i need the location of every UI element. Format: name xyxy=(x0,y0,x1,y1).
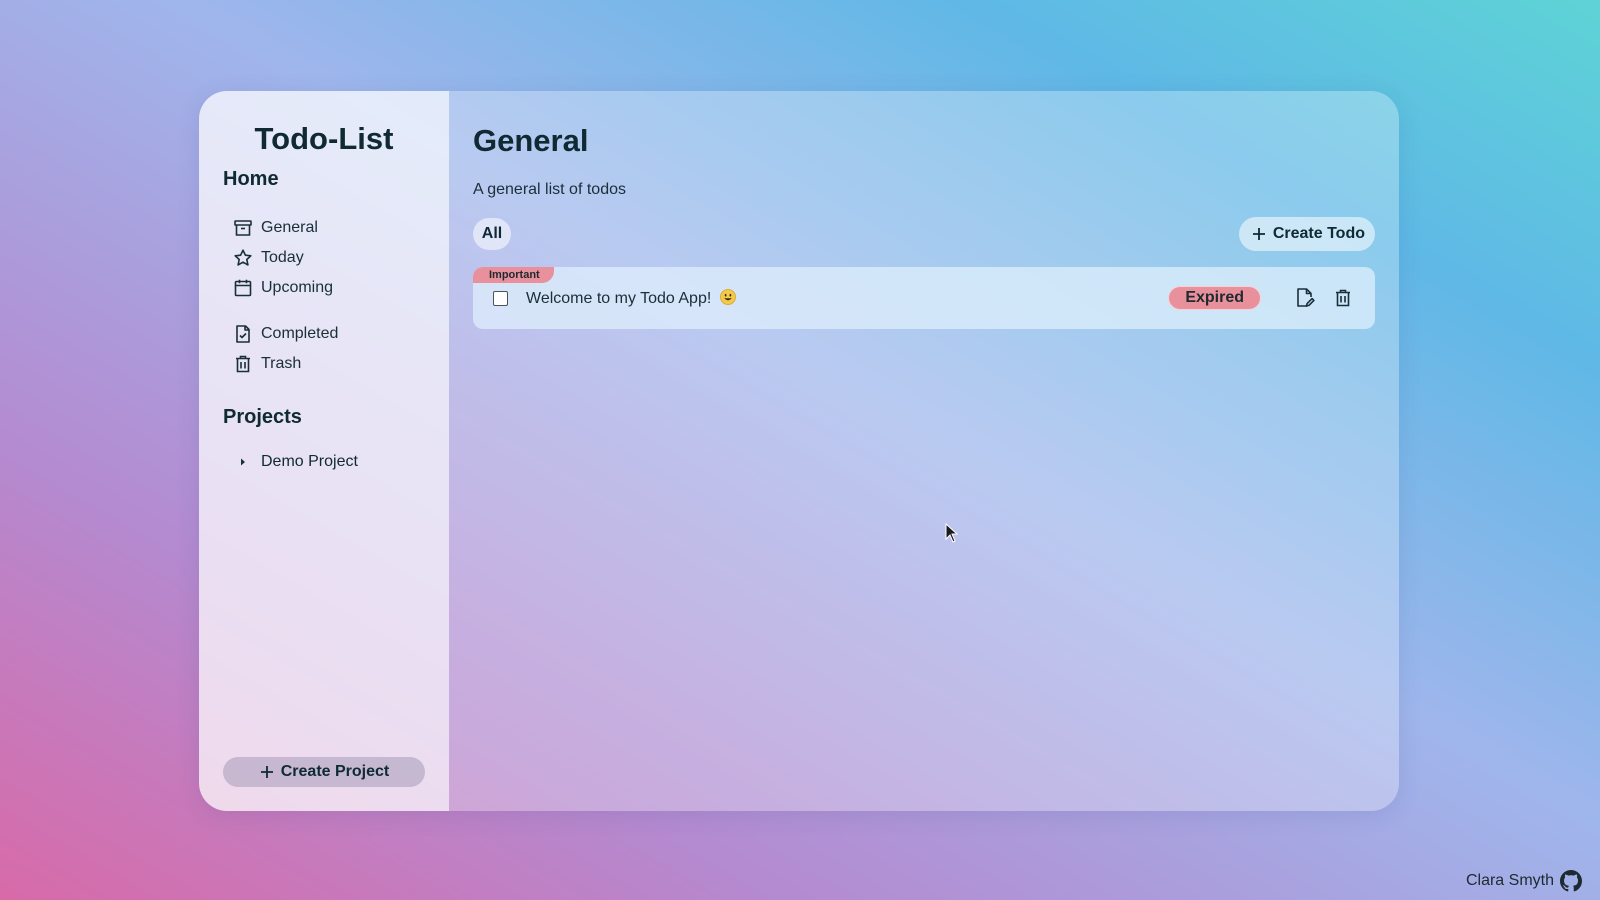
delete-trash-icon[interactable] xyxy=(1331,286,1355,310)
footer: Clara Smyth xyxy=(1466,870,1582,892)
sidebar-item-label: Upcoming xyxy=(261,279,334,296)
plus-icon xyxy=(259,764,275,780)
sidebar-item-label: Completed xyxy=(261,325,339,342)
todo-text: Welcome to my Todo App! xyxy=(526,288,1168,308)
todo-item: Important Welcome to my Todo App! Expire… xyxy=(473,267,1375,329)
sidebar-item-upcoming[interactable]: Upcoming xyxy=(233,273,425,303)
sidebar: Todo-List Home General Today Upcoming Co… xyxy=(199,91,449,811)
app-title: Todo-List xyxy=(254,121,394,156)
project-label: Demo Project xyxy=(261,453,358,470)
caret-right-icon[interactable] xyxy=(233,452,253,472)
create-todo-button[interactable]: Create Todo xyxy=(1238,217,1375,251)
trash-icon xyxy=(233,354,253,374)
priority-tag: Important xyxy=(473,267,554,283)
sidebar-item-today[interactable]: Today xyxy=(233,243,425,273)
file-check-icon xyxy=(233,324,253,344)
author-name: Clara Smyth xyxy=(1465,872,1554,889)
edit-icon[interactable] xyxy=(1293,286,1317,310)
sidebar-item-trash[interactable]: Trash xyxy=(233,349,425,379)
plus-icon xyxy=(1251,226,1267,242)
sidebar-item-label: General xyxy=(261,219,318,236)
sidebar-item-demo-project[interactable]: Demo Project xyxy=(223,447,425,477)
projects-heading: Projects xyxy=(223,406,302,428)
home-nav: General Today Upcoming Completed Trash xyxy=(223,213,425,379)
sidebar-item-label: Trash xyxy=(261,355,302,372)
page-description: A general list of todos xyxy=(473,181,626,198)
create-todo-label: Create Todo xyxy=(1272,225,1365,242)
create-project-label: Create Project xyxy=(280,763,390,780)
archive-icon xyxy=(233,218,253,238)
mouse-pointer-icon xyxy=(945,522,959,548)
calendar-icon xyxy=(233,278,253,298)
todo-checkbox[interactable] xyxy=(493,290,508,306)
todo-toolbar: All Create Todo xyxy=(473,217,1375,251)
filter-all-button[interactable]: All xyxy=(473,218,511,250)
status-badge: Expired xyxy=(1168,286,1261,310)
github-icon[interactable] xyxy=(1560,870,1582,892)
sidebar-item-label: Today xyxy=(261,249,304,266)
create-project-button[interactable]: Create Project xyxy=(223,757,425,787)
sidebar-item-general[interactable]: General xyxy=(233,213,425,243)
todo-title: Welcome to my Todo App! xyxy=(526,289,712,307)
app-window: Todo-List Home General Today Upcoming Co… xyxy=(199,91,1399,811)
main-content: General A general list of todos All Crea… xyxy=(449,91,1399,811)
page-title: General xyxy=(473,123,589,158)
smiley-emoji-icon xyxy=(719,288,736,305)
home-heading: Home xyxy=(223,168,279,190)
nav-spacer xyxy=(233,303,425,319)
sidebar-item-completed[interactable]: Completed xyxy=(233,319,425,349)
star-icon xyxy=(233,248,253,268)
